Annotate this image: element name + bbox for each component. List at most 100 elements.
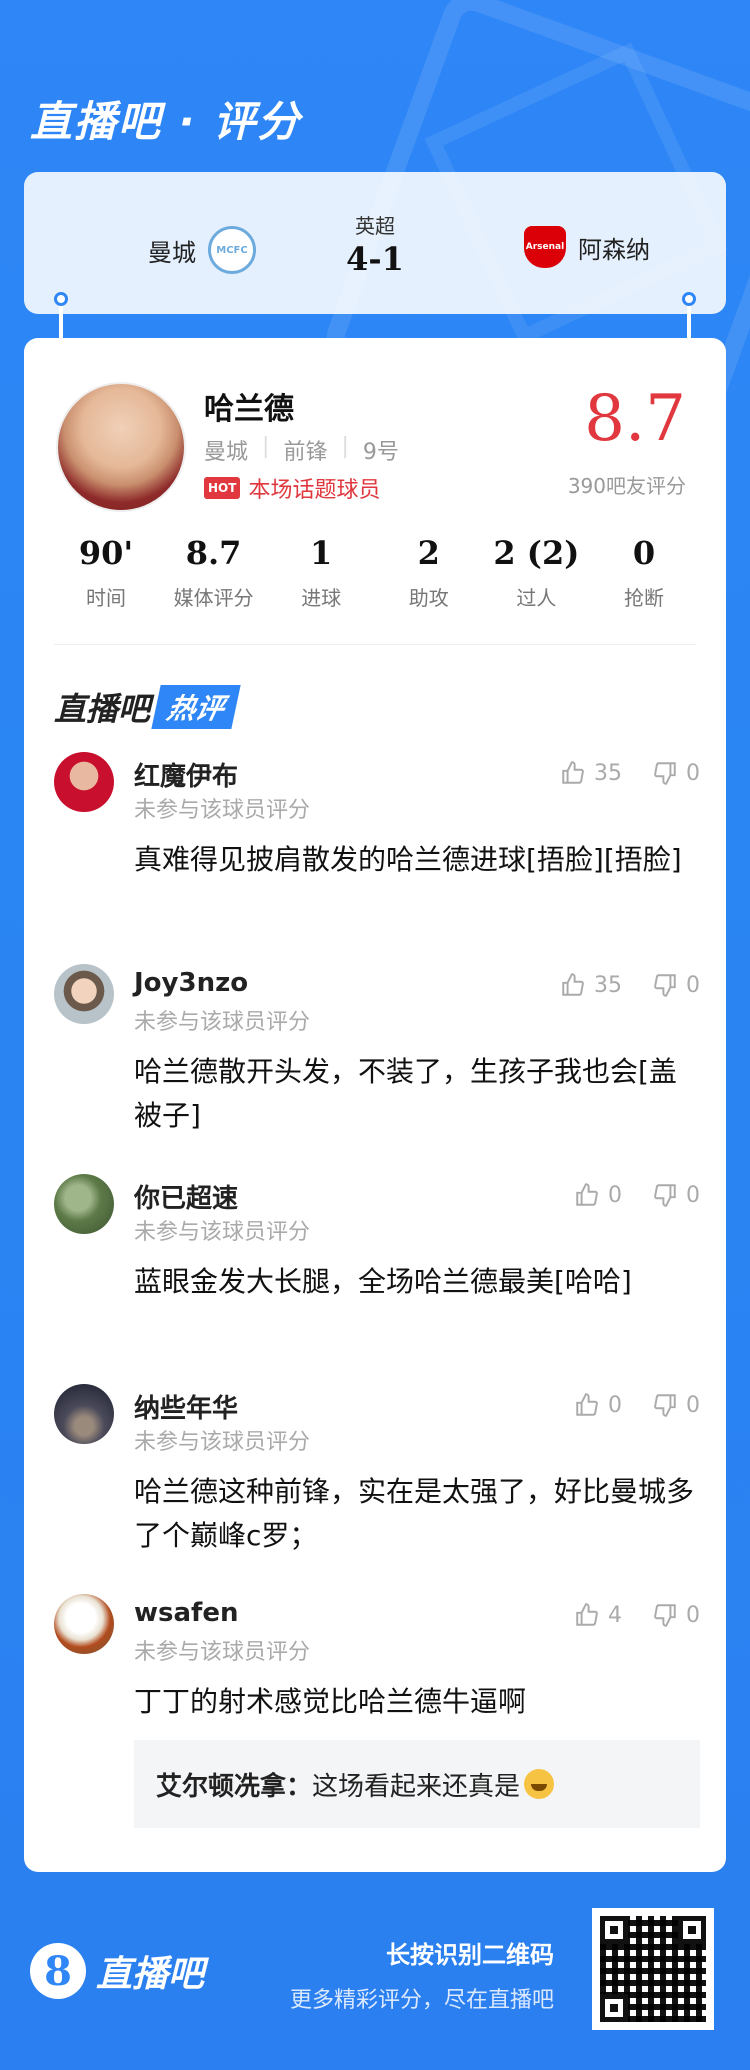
stat-time: 90' 时间 (54, 534, 158, 611)
comment-item: 你已超速 未参与该球员评分 0 0 蓝眼金发大长腿，全场哈兰德最美[哈哈] (54, 1174, 700, 1354)
footer-qr-hint: 长按识别二维码 (386, 1941, 554, 1969)
player-avatar[interactable] (56, 382, 186, 512)
qr-finder (678, 1916, 706, 1944)
stat-label: 进球 (301, 586, 342, 610)
reply-username: 艾尔顿冼拿： (156, 1771, 313, 1802)
player-name: 哈兰德 (204, 392, 294, 427)
comment-item: wsafen 未参与该球员评分 4 0 丁丁的射术感觉比哈兰德牛逼啊 (54, 1594, 700, 1734)
user-avatar[interactable] (54, 964, 114, 1024)
thumbs-down-icon (654, 974, 676, 997)
comment-username[interactable]: 纳些年华 (134, 1388, 238, 1425)
dislike-button[interactable]: 0 (652, 1392, 700, 1418)
footer-brand: 直播吧 (96, 1954, 205, 1995)
user-avatar[interactable] (54, 752, 114, 812)
user-avatar[interactable] (54, 1174, 114, 1234)
comment-text: 哈兰德散开头发，不装了，生孩子我也会[盖被子] (134, 1055, 677, 1132)
player-position: 前锋 (283, 440, 328, 465)
comment-rating-status: 未参与该球员评分 (134, 798, 311, 823)
comment-reply[interactable]: 艾尔顿冼拿： 这场看起来还真是 (134, 1740, 700, 1828)
like-count: 0 (608, 1392, 622, 1418)
away-team-name: 阿森纳 (578, 235, 650, 264)
qr-code-pattern (600, 1916, 706, 2022)
stat-goals: 1 进球 (269, 534, 373, 611)
player-stats: 90' 时间 8.7 媒体评分 1 进球 2 助攻 2 (2) 过人 0 抢断 (54, 534, 696, 611)
comment-actions: 35 0 (560, 760, 700, 786)
dislike-button[interactable]: 0 (652, 760, 700, 786)
comment-username[interactable]: 你已超速 (134, 1178, 238, 1215)
comment-text: 丁丁的射术感觉比哈兰德牛逼啊 (134, 1685, 527, 1718)
qr-code[interactable] (592, 1908, 714, 2030)
user-avatar[interactable] (54, 1594, 114, 1654)
hot-comments-brand: 直播吧 (54, 690, 151, 728)
stat-value: 0 (632, 534, 656, 572)
match-card[interactable]: 曼城 MCFC 英超 4-1 Arsenal 阿森纳 (24, 172, 726, 314)
like-count: 0 (608, 1182, 622, 1208)
comment-actions: 0 0 (574, 1392, 700, 1418)
stat-value: 90' (78, 534, 134, 572)
comment-rating-status: 未参与该球员评分 (134, 1010, 311, 1035)
thumbs-up-icon (576, 1183, 598, 1206)
stat-value: 2 (417, 534, 440, 572)
player-number: 9号 (362, 440, 399, 465)
like-count: 4 (608, 1602, 622, 1628)
comment-username[interactable]: Joy3nzo (134, 968, 248, 998)
thumbs-up-icon (576, 1603, 598, 1626)
dislike-button[interactable]: 0 (652, 1182, 700, 1208)
meta-divider: | (262, 434, 270, 459)
stat-label: 抢断 (623, 586, 664, 610)
stat-media-rating: 8.7 媒体评分 (162, 534, 266, 611)
thumbs-up-icon (576, 1393, 598, 1416)
comment-actions: 0 0 (574, 1182, 700, 1208)
like-button[interactable]: 35 (560, 760, 622, 786)
qr-finder (600, 1994, 628, 2022)
stat-assists: 2 助攻 (377, 534, 481, 611)
like-button[interactable]: 0 (574, 1182, 622, 1208)
dislike-count: 0 (686, 1602, 700, 1628)
hot-comments-title: 直播吧 热评 (54, 684, 241, 730)
dislike-button[interactable]: 0 (652, 972, 700, 998)
dislike-count: 0 (686, 1392, 700, 1418)
like-button[interactable]: 4 (574, 1602, 622, 1628)
zhibo8-logo-icon: 8 (30, 1943, 86, 1999)
comment-text: 蓝眼金发大长腿，全场哈兰德最美[哈哈] (134, 1265, 632, 1298)
stat-dribbles: 2 (2) 过人 (484, 534, 588, 611)
dislike-button[interactable]: 0 (652, 1602, 700, 1628)
like-count: 35 (594, 760, 622, 786)
comment-username[interactable]: 红魔伊布 (134, 756, 238, 793)
stat-tackles: 0 抢断 (592, 534, 696, 611)
fan-rating: 8.7 (584, 382, 686, 456)
stat-value: 8.7 (185, 534, 242, 572)
stat-value: 1 (310, 534, 333, 572)
hot-topic-tag: HOT 本场话题球员 (204, 472, 380, 504)
stat-label: 媒体评分 (173, 586, 254, 610)
like-button[interactable]: 0 (574, 1392, 622, 1418)
comment-rating-status: 未参与该球员评分 (134, 1220, 311, 1245)
dislike-count: 0 (686, 1182, 700, 1208)
section-divider (54, 644, 696, 645)
thumbs-down-icon (654, 1604, 676, 1627)
stat-value: 2 (2) (493, 534, 580, 572)
player-rating-card: 哈兰德 曼城 | 前锋 | 9号 HOT 本场话题球员 8.7 390吧友评分 … (24, 338, 726, 1872)
arsenal-badge-icon: Arsenal (524, 226, 566, 268)
footer-tagline: 更多精彩评分，尽在直播吧 (289, 1988, 554, 2013)
like-button[interactable]: 35 (560, 972, 622, 998)
qr-finder (600, 1916, 628, 1944)
stat-label: 助攻 (408, 586, 449, 610)
player-meta: 曼城 | 前锋 | 9号 (204, 434, 399, 466)
meta-divider: | (341, 434, 349, 459)
crying-emoji-icon (524, 1769, 555, 1799)
thumbs-down-icon (654, 1394, 676, 1417)
comment-text: 哈兰德这种前锋，实在是太强了，好比曼城多了个巅峰c罗； (134, 1475, 695, 1552)
hot-comments-badge: 热评 (151, 685, 241, 729)
away-team: Arsenal 阿森纳 (524, 226, 650, 268)
user-avatar[interactable] (54, 1384, 114, 1444)
page-title: 直播吧 · 评分 (30, 97, 302, 146)
dislike-count: 0 (686, 760, 700, 786)
comment-username[interactable]: wsafen (134, 1598, 239, 1628)
comment-actions: 4 0 (574, 1602, 700, 1628)
player-club: 曼城 (204, 440, 249, 465)
comment-rating-status: 未参与该球员评分 (134, 1640, 311, 1665)
comment-text: 真难得见披肩散发的哈兰德进球[捂脸][捂脸] (134, 843, 682, 876)
thumbs-down-icon (654, 762, 676, 785)
fan-rating-count: 390吧友评分 (567, 474, 686, 498)
